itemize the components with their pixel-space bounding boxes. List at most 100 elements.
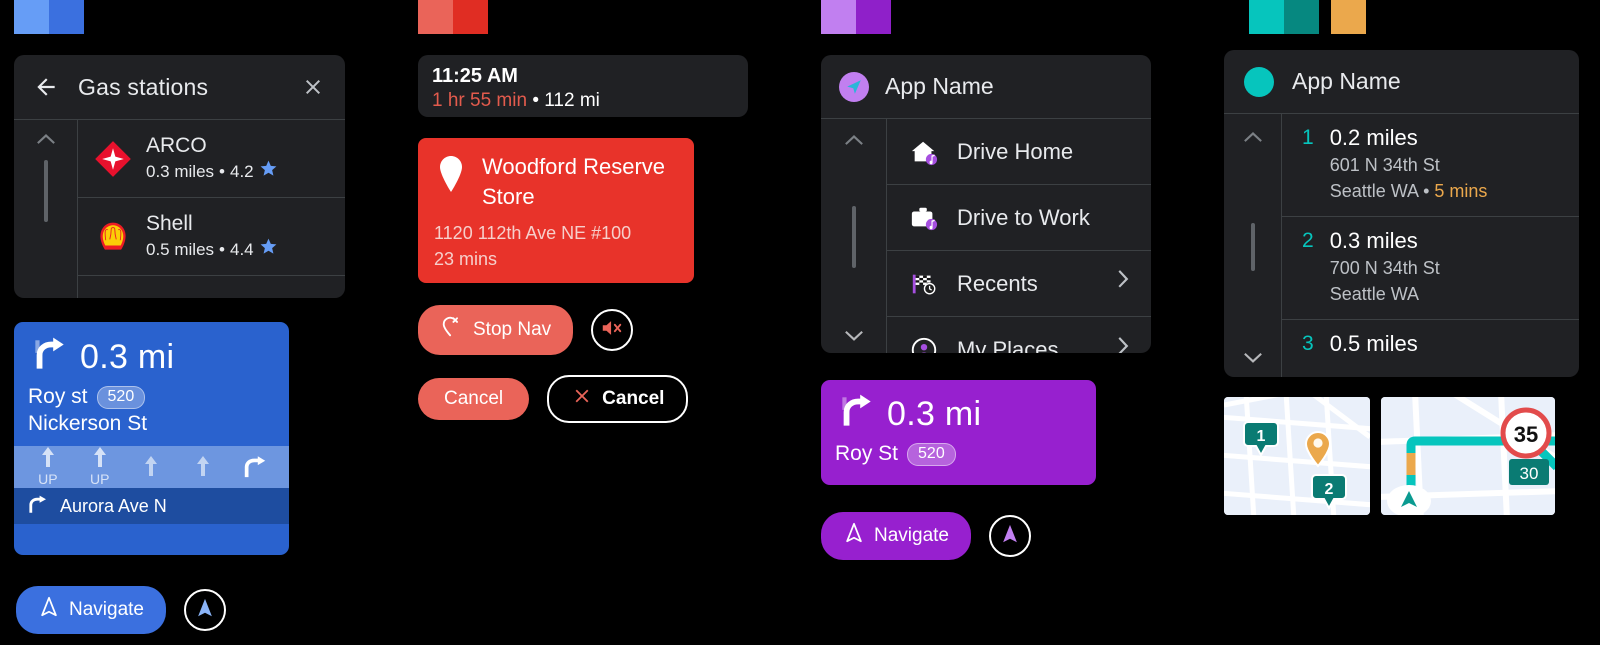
color-swatch-blue bbox=[14, 0, 84, 34]
gas-list-scrollbar[interactable] bbox=[14, 120, 78, 298]
swatch-purple-light bbox=[821, 0, 856, 34]
navigate-button[interactable]: Navigate bbox=[16, 586, 166, 634]
maneuver-row: 0.3 mi bbox=[835, 391, 1082, 438]
close-icon[interactable] bbox=[299, 73, 327, 101]
route-steps-scrollbar[interactable] bbox=[1224, 114, 1282, 377]
gas-stations-header: Gas stations bbox=[14, 55, 345, 120]
navigation-card-top: 0.3 mi Roy st 520 Nickerson St bbox=[14, 322, 289, 436]
list-item[interactable]: Shell 0.5 miles • 4.4 bbox=[78, 198, 345, 276]
chevron-logo: Chevron bbox=[94, 296, 132, 298]
chevron-right-icon[interactable] bbox=[1113, 268, 1135, 299]
separator-dot: • bbox=[1423, 181, 1430, 201]
station-name: ARCO bbox=[146, 133, 207, 157]
map-thumbnails: 1 2 35 30 bbox=[1224, 397, 1555, 515]
swatch-orange bbox=[1331, 0, 1366, 34]
cancel-filled-button[interactable]: Cancel bbox=[418, 378, 530, 420]
lane-item bbox=[182, 454, 224, 486]
step-number: 2 bbox=[1302, 229, 1314, 252]
scroll-thumb[interactable] bbox=[1250, 222, 1255, 271]
lane-label: UP bbox=[89, 471, 110, 487]
navigation-arrow-icon bbox=[843, 522, 865, 550]
svg-text:35: 35 bbox=[1514, 422, 1538, 447]
next-street-name: Aurora Ave N bbox=[60, 495, 167, 516]
cancel-outline-button[interactable]: Cancel bbox=[547, 375, 689, 423]
chevron-up-icon[interactable] bbox=[1240, 128, 1266, 144]
table-row[interactable]: 1 0.2 miles 601 N 34th St Seattle WA • 5… bbox=[1282, 114, 1579, 217]
station-rating: 4.2 bbox=[229, 161, 254, 181]
step-address: 700 N 34th St bbox=[1329, 258, 1440, 278]
chevron-up-icon[interactable] bbox=[33, 130, 59, 146]
swatch-blue-dark bbox=[49, 0, 84, 34]
lane-item bbox=[130, 454, 172, 486]
arrow-up-icon bbox=[194, 454, 212, 483]
arco-logo bbox=[94, 140, 132, 178]
swatch-purple-dark bbox=[856, 0, 891, 34]
list-item[interactable]: Chevron Chevron bbox=[78, 276, 345, 298]
scroll-thumb[interactable] bbox=[43, 160, 48, 222]
screenshot-root: Gas stations ARCO 0.3 miles • 4.2 Shell … bbox=[0, 0, 1600, 645]
menu-item-label: My Places bbox=[957, 337, 1059, 353]
maneuver-distance: 0.3 mi bbox=[80, 338, 175, 376]
station-rating: 4.4 bbox=[229, 239, 254, 259]
menu-item-my-places[interactable]: My Places bbox=[887, 317, 1151, 353]
purple-action-row: Navigate bbox=[821, 512, 1031, 560]
stop-navigation-icon bbox=[440, 315, 464, 345]
cancel-outline-label: Cancel bbox=[602, 388, 665, 409]
mute-button[interactable] bbox=[591, 309, 634, 351]
step-city-time: Seattle WA • 5 mins bbox=[1330, 178, 1488, 204]
svg-text:30: 30 bbox=[1520, 464, 1539, 483]
chevron-right-icon[interactable] bbox=[1113, 335, 1135, 353]
menu-item-recents[interactable]: Recents bbox=[887, 251, 1151, 317]
step-content: 0.2 miles 601 N 34th St Seattle WA • 5 m… bbox=[1330, 124, 1488, 204]
chevron-down-icon[interactable] bbox=[841, 327, 867, 343]
map-route-thumbnail[interactable]: 35 30 bbox=[1381, 397, 1555, 515]
step-number: 3 bbox=[1302, 332, 1314, 355]
street-name: Roy st bbox=[28, 385, 88, 408]
step-city: Seattle WA bbox=[1329, 181, 1419, 201]
recenter-button[interactable] bbox=[184, 589, 226, 631]
recents-flag-icon bbox=[909, 269, 939, 299]
gas-stations-title: Gas stations bbox=[78, 73, 209, 100]
table-row[interactable]: 2 0.3 miles 700 N 34th St Seattle WA bbox=[1282, 217, 1579, 320]
chevron-down-icon[interactable] bbox=[1240, 349, 1266, 365]
list-item[interactable]: ARCO 0.3 miles • 4.2 bbox=[78, 120, 345, 198]
scroll-thumb[interactable] bbox=[851, 206, 856, 268]
destination-address: 1120 112th Ave NE #100 bbox=[434, 223, 632, 243]
blue-action-row: Navigate bbox=[16, 586, 226, 634]
arrow-back-icon[interactable] bbox=[32, 73, 60, 101]
red-action-row-2: Cancel Cancel bbox=[418, 375, 689, 423]
destination-eta: 23 mins bbox=[434, 249, 498, 269]
menu-item-drive-to-work[interactable]: Drive to Work bbox=[887, 185, 1151, 251]
arrow-up-icon bbox=[91, 446, 109, 473]
app-menu-panel: App Name Drive Home Drive to Work Recent… bbox=[821, 55, 1151, 353]
step-distance: 0.2 miles bbox=[1329, 125, 1418, 150]
table-row[interactable]: 3 0.5 miles bbox=[1282, 320, 1579, 370]
menu-item-drive-home[interactable]: Drive Home bbox=[887, 119, 1151, 185]
step-address: 601 N 34th St bbox=[1329, 155, 1440, 175]
destination-card[interactable]: Woodford Reserve Store 1120 112th Ave NE… bbox=[418, 138, 694, 283]
arrow-up-icon bbox=[142, 454, 160, 483]
route-steps-list: 1 0.2 miles 601 N 34th St Seattle WA • 5… bbox=[1282, 114, 1579, 377]
app-menu-scrollbar[interactable] bbox=[821, 119, 887, 353]
navigate-button[interactable]: Navigate bbox=[821, 512, 971, 560]
arrow-up-icon bbox=[39, 446, 57, 473]
chevron-up-icon[interactable] bbox=[841, 131, 867, 147]
navigate-button-label: Navigate bbox=[69, 599, 144, 620]
navigation-card-purple: 0.3 mi Roy St 520 bbox=[821, 380, 1096, 485]
stop-nav-button[interactable]: Stop Nav bbox=[418, 305, 574, 355]
recenter-button[interactable] bbox=[989, 515, 1031, 557]
lane-item-active bbox=[234, 453, 276, 486]
swatch-red-light bbox=[418, 0, 453, 34]
menu-item-label: Recents bbox=[957, 270, 1038, 296]
lane-item: UP bbox=[79, 446, 121, 486]
swatch-teal-light bbox=[1249, 0, 1284, 34]
step-distance: 0.3 miles bbox=[1329, 228, 1418, 253]
eta-card: 11:25 AM 1 hr 55 min • 112 mi bbox=[418, 55, 748, 117]
route-shield: 520 bbox=[907, 442, 956, 466]
red-action-row-1: Stop Nav bbox=[418, 305, 634, 355]
lane-guidance-strip: UP UP bbox=[14, 446, 289, 488]
swatch-teal-dark bbox=[1284, 0, 1319, 34]
app-dot-icon bbox=[1244, 66, 1274, 97]
map-markers-thumbnail[interactable]: 1 2 bbox=[1224, 397, 1370, 515]
route-steps-panel: App Name 1 0.2 miles 601 N 34th St Seatt… bbox=[1224, 50, 1579, 377]
